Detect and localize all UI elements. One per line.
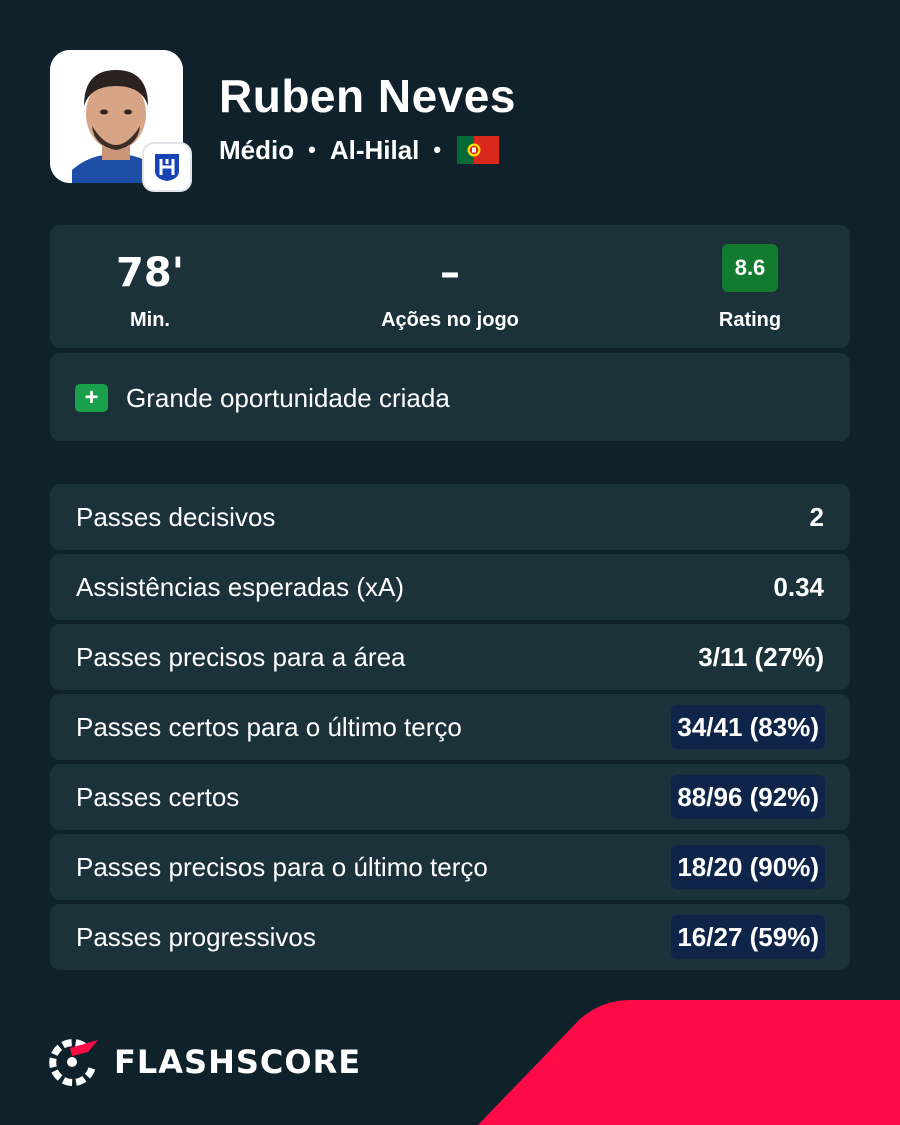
match-summary-card: 78' Min. – Ações no jogo 8.6 Rating [50,225,850,348]
flashscore-logo-icon [49,1039,98,1086]
stat-value-highlighted: 18/20 (90%) [671,845,825,889]
stat-value: 3/11 (27%) [698,642,824,672]
stat-label: Passes certos para o último terço [76,712,462,742]
player-position: Médio [219,134,295,165]
stat-value-highlighted: 34/41 (83%) [671,705,825,749]
player-name: Ruben Neves [219,70,516,122]
stat-label: Passes precisos para o último terço [76,852,488,882]
player-meta: Médio • Al-Hilal • [219,132,500,168]
plus-icon: + [75,384,108,412]
stat-value: 0.34 [773,572,824,602]
actions-stat: – Ações no jogo [350,225,550,348]
actions-value: – [440,250,460,296]
stat-row: Passes precisos para o último terço 18/2… [50,834,850,900]
rating-stat: 8.6 Rating [650,225,850,348]
meta-separator: • [433,137,442,162]
event-text: Grande oportunidade criada [126,383,450,413]
player-header: Ruben Neves Médio • Al-Hilal • [50,50,850,195]
rating-badge: 8.6 [722,244,778,292]
minutes-stat: 78' Min. [50,225,250,348]
stat-label: Passes progressivos [76,922,316,952]
minutes-label: Min. [130,309,170,331]
actions-label: Ações no jogo [381,309,519,331]
stat-value: 2 [809,502,824,532]
meta-separator: • [308,137,316,162]
stat-label: Passes precisos para a área [76,642,406,672]
flashscore-logo: FLASHSCORE [48,1038,361,1086]
stat-label: Passes certos [76,782,240,812]
stat-value-highlighted: 16/27 (59%) [671,915,825,959]
stat-row: Passes precisos para a área 3/11 (27%) [50,624,850,690]
minutes-value: 78' [116,250,184,296]
stat-row: Passes certos 88/96 (92%) [50,764,850,830]
stat-label: Assistências esperadas (xA) [76,572,405,602]
stat-row: Assistências esperadas (xA) 0.34 [50,554,850,620]
rating-label: Rating [718,309,782,331]
match-event-card: + Grande oportunidade criada [50,353,850,441]
player-club: Al-Hilal [329,134,420,165]
portugal-flag-icon [457,136,500,164]
flashscore-wordmark: FLASHSCORE [114,1043,362,1081]
club-logo-icon [142,142,192,192]
stat-label: Passes decisivos [76,502,276,532]
stat-row: Passes certos para o último terço 34/41 … [50,694,850,760]
stat-row: Passes decisivos 2 [50,484,850,550]
stat-value-highlighted: 88/96 (92%) [671,775,825,819]
stat-row: Passes progressivos 16/27 (59%) [50,904,850,970]
